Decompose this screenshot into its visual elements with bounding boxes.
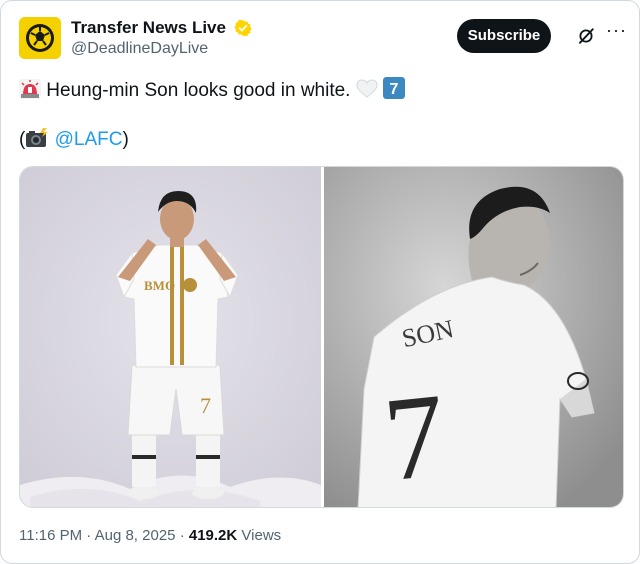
photo-son-back[interactable]: SON 7 [324,167,624,508]
tweet-line-1: Heung-min Son looks good in white. 7 [19,77,406,103]
jersey-sponsor: BMO [144,278,175,293]
paren-close: ) [122,129,129,150]
display-name[interactable]: Transfer News Live [71,18,226,38]
more-options-button[interactable]: ··· [606,21,626,43]
meta-separator: · [86,527,92,544]
tweet-main-text: Heung-min Son looks good in white. [46,80,351,101]
football-logo-icon [19,17,61,59]
media-grid: 7 BMO SON 7 [19,166,624,508]
camera-flash-emoji-icon [26,128,49,147]
tweet-card: Transfer News Live @DeadlineDayLive Subs… [0,0,640,564]
handle[interactable]: @DeadlineDayLive [71,38,252,60]
keycap-number: 7 [390,81,399,98]
meta-separator: · [179,527,185,544]
avatar[interactable] [19,17,61,59]
photo-son-front[interactable]: 7 BMO [20,167,321,508]
tweet-header: Transfer News Live @DeadlineDayLive Subs… [19,17,626,61]
tweet-date[interactable]: Aug 8, 2025 [95,527,176,544]
tweet-time[interactable]: 11:16 PM [19,527,82,544]
grok-icon[interactable] [577,27,595,45]
shorts-number: 7 [200,393,211,418]
account-names: Transfer News Live @DeadlineDayLive [71,18,253,60]
views-label: Views [241,527,282,544]
white-heart-emoji-icon [356,79,378,98]
mention-link[interactable]: @LAFC [55,129,123,150]
tweet-meta: 11:16 PM · Aug 8, 2025 · 419.2K Views [19,526,281,546]
subscribe-button[interactable]: Subscribe [457,19,551,53]
tweet-line-2: ( @LAFC) [19,128,129,152]
views-count: 419.2K [188,527,238,544]
siren-emoji-icon [19,79,41,99]
verified-badge-icon [234,19,253,37]
keycap-seven-emoji-icon: 7 [383,77,406,99]
